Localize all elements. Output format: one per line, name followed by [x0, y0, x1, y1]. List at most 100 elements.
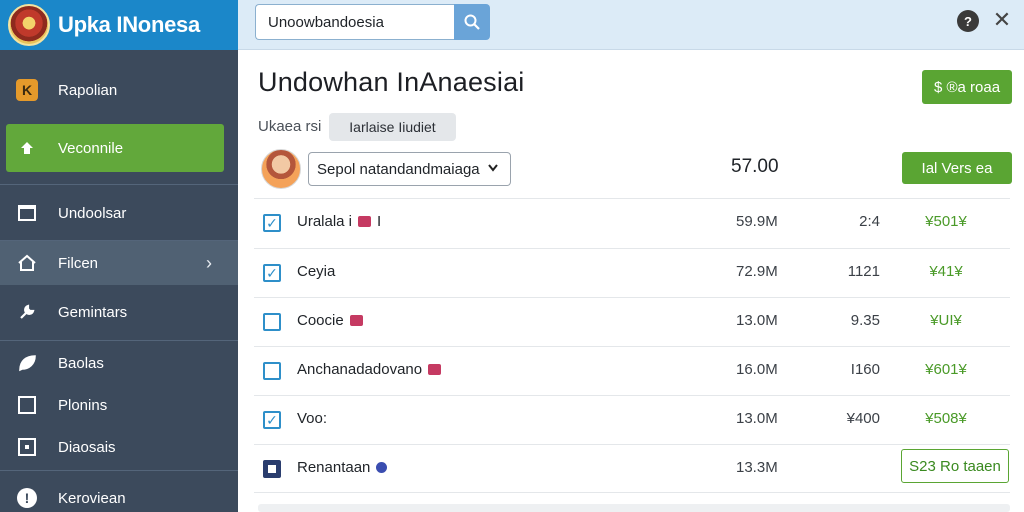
sidebar-item-label: Plonins: [58, 396, 108, 414]
sidebar-item-label: Baolas: [58, 354, 104, 372]
row-price: ¥UI¥: [930, 312, 962, 329]
row-action-button[interactable]: S23 Ro taaen: [901, 449, 1009, 483]
sidebar-item-rapolian[interactable]: K Rapolian: [0, 70, 238, 110]
dot-badge-icon: [376, 462, 388, 473]
row-price: ¥501¥: [925, 213, 967, 230]
sidebar-item-baolas[interactable]: Baolas: [0, 343, 238, 383]
row-count: 2:4: [859, 213, 880, 230]
sidebar-item-label: Undoolsar: [58, 204, 127, 222]
row-price: ¥601¥: [925, 361, 967, 378]
row-name-wrap: Voo:: [297, 410, 327, 427]
category-select[interactable]: Sepol natandandmaiaga: [308, 152, 511, 186]
sidebar-item-plonins[interactable]: Plonins: [0, 385, 238, 425]
row-checkbox[interactable]: ✓: [263, 264, 281, 282]
help-icon[interactable]: ?: [957, 10, 979, 32]
sidebar-item-label: Keroviean: [58, 489, 126, 507]
row-name-wrap: Ceyia: [297, 263, 335, 280]
meta-label: Ukaea rsi: [258, 118, 322, 135]
row-count: ¥400: [846, 410, 880, 427]
row-size: 13.0M: [736, 312, 778, 329]
row-size: 13.3M: [736, 459, 778, 476]
close-icon[interactable]: ✕: [990, 6, 1014, 34]
upload-icon: [16, 137, 38, 159]
sidebar-item-filcen[interactable]: Filcen ›: [0, 241, 238, 285]
search-icon: [464, 14, 480, 30]
row-checkbox[interactable]: [263, 313, 281, 331]
row-name: Renantaan: [297, 459, 371, 476]
sidebar-item-label: Rapolian: [58, 81, 118, 99]
table-row[interactable]: Renantaan 13.3M: [254, 445, 1010, 494]
row-count: I160: [846, 361, 880, 378]
top-bar: ? ✕: [238, 0, 1024, 50]
row-name: Ceyia: [297, 263, 336, 280]
row-size: 72.9M: [736, 263, 778, 280]
table-row[interactable]: ✓ Ceyia 72.9M 1121 ¥41¥: [254, 249, 1010, 298]
row-name-wrap: Coocie: [297, 312, 363, 329]
table-row[interactable]: ✓ Voo: 13.0M ¥400 ¥508¥: [254, 396, 1010, 445]
leaf-icon: [16, 352, 38, 374]
tag-badge-icon: [428, 364, 442, 375]
app-title: Upka INonesa: [58, 12, 200, 37]
sidebar-divider: [0, 184, 238, 185]
table-row[interactable]: ✓ Uralala i I 59.9M 2:4 ¥501¥: [254, 199, 1010, 248]
action-button-label: Ial Vers ea: [921, 159, 993, 177]
total-amount: 57.00: [731, 156, 779, 177]
row-name-wrap: Anchanadadovano: [297, 361, 442, 378]
row-checkbox[interactable]: [263, 362, 281, 380]
search-input[interactable]: [255, 4, 454, 40]
row-name: Uralala i: [297, 213, 353, 230]
horizontal-scrollbar[interactable]: [258, 504, 1010, 512]
row-price: ¥41¥: [929, 263, 963, 280]
tag-badge-icon: [358, 216, 372, 227]
row-name: Voo:: [297, 410, 328, 427]
top-action-button[interactable]: $ ®a roaa: [922, 70, 1012, 104]
sidebar-item-undoolsar[interactable]: Undoolsar: [0, 193, 238, 233]
row-price: ¥508¥: [925, 410, 967, 427]
document-icon: [16, 202, 38, 224]
square-icon: [16, 394, 38, 416]
row-name-suffix: I: [377, 213, 382, 230]
sidebar-divider: [0, 470, 238, 471]
meta-tag[interactable]: Iarlaise Iiudiet: [329, 113, 456, 141]
sidebar: Upka INonesa K Rapolian Veconnile Undool…: [0, 0, 238, 512]
row-name: Anchanadadovano: [297, 361, 423, 378]
brand-bar: Upka INonesa: [0, 0, 238, 50]
sidebar-divider: [0, 340, 238, 341]
select-value: Sepol natandandmaiaga: [317, 160, 480, 178]
row-divider: [254, 492, 1010, 493]
sidebar-item-gemintars[interactable]: Gemintars: [0, 292, 238, 332]
k-badge-icon: K: [16, 79, 38, 101]
row-name: Coocie: [297, 312, 344, 329]
row-name-wrap: Uralala i I: [297, 213, 381, 230]
row-size: 59.9M: [736, 213, 778, 230]
search-box: [255, 4, 490, 40]
chevron-down-icon: [486, 160, 500, 177]
page-title: Undowhan InAnaesiai: [258, 67, 525, 97]
avatar[interactable]: [261, 149, 301, 189]
row-count: 1121: [847, 263, 880, 280]
row-checkbox[interactable]: ✓: [263, 411, 281, 429]
row-name-wrap: Renantaan: [297, 459, 388, 476]
row-checkbox[interactable]: [263, 460, 281, 478]
sidebar-item-veconnile[interactable]: Veconnile: [6, 124, 224, 172]
table-row[interactable]: Anchanadadovano 16.0M I160 ¥601¥: [254, 347, 1010, 396]
info-icon: !: [16, 487, 38, 509]
row-count: 9.35: [850, 312, 880, 329]
chevron-right-icon: ›: [206, 252, 212, 273]
row-checkbox[interactable]: ✓: [263, 214, 281, 232]
sidebar-item-label: Gemintars: [58, 303, 128, 321]
search-button[interactable]: [454, 4, 490, 40]
sidebar-item-diaosais[interactable]: Diaosais: [0, 427, 238, 467]
table-row[interactable]: Coocie 13.0M 9.35 ¥UI¥: [254, 298, 1010, 347]
tag-badge-icon: [349, 315, 363, 326]
sidebar-item-keroviean[interactable]: ! Keroviean: [0, 478, 238, 512]
row-size: 13.0M: [736, 410, 778, 427]
action-button[interactable]: Ial Vers ea: [902, 152, 1012, 184]
sidebar-item-label: Veconnile: [58, 139, 124, 157]
app-logo: [8, 4, 50, 46]
row-size: 16.0M: [736, 361, 778, 378]
sidebar-item-label: Filcen: [58, 254, 99, 272]
top-action-label: $ ®a roaa: [933, 78, 1001, 96]
wrench-icon: [16, 301, 38, 323]
sidebar-item-label: Diaosais: [58, 438, 116, 456]
